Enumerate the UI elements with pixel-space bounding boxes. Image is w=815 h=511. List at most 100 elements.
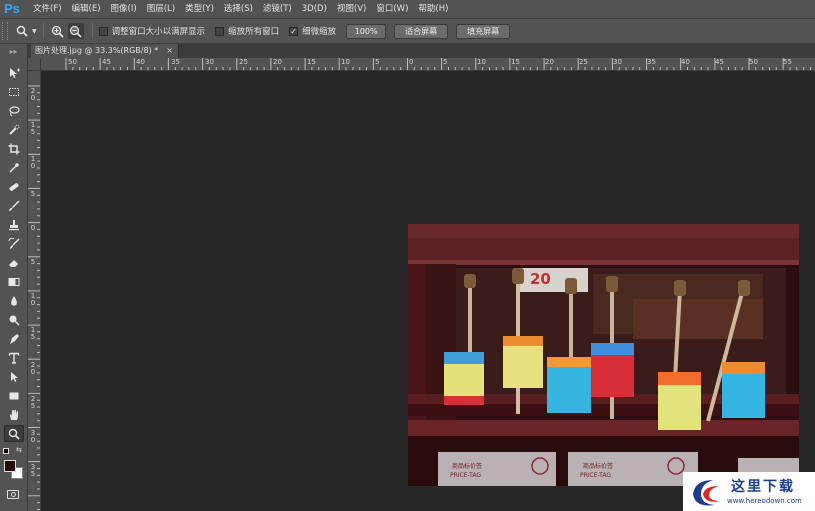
healing-icon [9, 182, 19, 191]
menu-select[interactable]: 选择(S) [219, 0, 258, 18]
ruler-v-label: 30 [30, 429, 36, 444]
ruler-h-label: 15 [307, 58, 316, 66]
menu-layer[interactable]: 图层(L) [142, 0, 180, 18]
zoom-in-icon[interactable] [50, 23, 66, 39]
crop-icon [8, 143, 20, 154]
svg-text:PRICE-TAG: PRICE-TAG [580, 472, 611, 479]
ruler-v-label: 5 [30, 189, 36, 198]
ruler-v-label: 10 [30, 292, 36, 308]
zoom-icon [8, 428, 20, 440]
stamp-tool[interactable] [4, 216, 24, 233]
ruler-h-label: 0 [409, 58, 414, 66]
close-icon[interactable]: × [166, 44, 173, 58]
menu-3d[interactable]: 3D(D) [297, 0, 332, 18]
checkbox-box[interactable] [215, 26, 225, 36]
marquee-tool[interactable] [4, 83, 24, 100]
separator [91, 23, 93, 39]
gradient-tool[interactable] [4, 273, 24, 290]
lasso-tool[interactable] [4, 102, 24, 119]
menu-file[interactable]: 文件(F) [28, 0, 67, 18]
watermark-url: www.hereodown.com [727, 497, 802, 505]
zoom-all-windows-label: 缩放所有窗口 [228, 27, 280, 37]
scrubby-zoom-checkbox[interactable]: ✓ 细微缩放 [289, 25, 336, 37]
resize-windows-label: 调整窗口大小以满屏显示 [111, 27, 206, 37]
hand-tool[interactable] [4, 406, 24, 423]
menu-filter[interactable]: 滤镜(T) [258, 0, 297, 18]
ruler-v-label: 15 [30, 121, 36, 137]
zoom-100-button[interactable]: 100% [346, 23, 387, 39]
fill-screen-button[interactable]: 填充屏幕 [456, 23, 511, 39]
marquee-icon [9, 87, 19, 96]
type-tool[interactable] [4, 349, 24, 366]
ruler-h-label: 30 [613, 58, 622, 66]
ruler-v-label: 10 [30, 155, 36, 171]
resize-windows-checkbox[interactable]: 调整窗口大小以满屏显示 [98, 25, 206, 37]
dodge-tool[interactable] [4, 311, 24, 328]
brush-icon [9, 200, 20, 211]
ruler-h-label: 25 [239, 58, 248, 66]
zoom-tool[interactable] [4, 425, 24, 442]
menu-view[interactable]: 视图(V) [332, 0, 371, 18]
foreground-color-swatch[interactable] [4, 460, 16, 472]
eraser-tool[interactable] [4, 254, 24, 271]
app-logo: Ps [4, 1, 20, 16]
menu-type[interactable]: 类型(Y) [180, 0, 219, 18]
tools-panel: ▸▸ ⇆ [0, 44, 28, 511]
document-tab-bar: 图片处理.jpg @ 33.3%(RGB/8) * × [28, 44, 815, 58]
horizontal-ruler-ticks [65, 58, 811, 70]
ruler-h-label: 40 [136, 58, 145, 66]
move-icon [10, 67, 20, 78]
options-bar: ▼ 调整窗口大小以满屏显示 缩放所有窗口 ✓ 细微缩放 100% 适合屏幕 填充… [0, 18, 815, 44]
checkbox-box[interactable] [98, 26, 108, 36]
ruler-h-label: 20 [273, 58, 282, 66]
crop-tool[interactable] [4, 140, 24, 157]
rectangle-tool[interactable] [4, 387, 24, 404]
menu-image[interactable]: 图像(I) [106, 0, 142, 18]
brush-tool[interactable] [4, 197, 24, 214]
ruler-v-label: 0 [30, 223, 36, 232]
zoom-icon [14, 23, 30, 39]
quick-mask-icon[interactable] [7, 490, 19, 499]
eraser-icon [9, 259, 18, 267]
swap-colors-icon[interactable]: ⇆ [16, 446, 22, 454]
ruler-h-label: 10 [477, 58, 486, 66]
photo-hanging-tags: 20 商品标价签 PRICE-TAG 商品标价签 PRICE-TAG [408, 224, 799, 486]
svg-text:商品标价签: 商品标价签 [583, 462, 613, 470]
ruler-h-label: 45 [102, 58, 111, 66]
fit-screen-button[interactable]: 适合屏幕 [394, 23, 449, 39]
pen-tool[interactable] [4, 330, 24, 347]
history-brush-tool[interactable] [4, 235, 24, 252]
blur-tool[interactable] [4, 292, 24, 309]
gradient-icon [8, 277, 20, 286]
menu-help[interactable]: 帮助(H) [413, 0, 453, 18]
zoom-out-icon[interactable] [67, 23, 84, 39]
ruler-v-label: 20 [30, 360, 36, 376]
default-colors-icon[interactable] [3, 448, 9, 454]
tool-preset-picker[interactable]: ▼ [14, 22, 37, 40]
move-tool[interactable] [4, 64, 24, 81]
options-grip[interactable] [2, 22, 8, 40]
document-image[interactable]: 20 商品标价签 PRICE-TAG 商品标价签 PRICE-TAG [408, 224, 799, 486]
eyedropper-tool[interactable] [4, 159, 24, 176]
toolbar-collapse-icon[interactable]: ▸▸ [0, 44, 27, 58]
checkbox-box-checked[interactable]: ✓ [289, 26, 299, 36]
vertical-ruler[interactable]: 20 15 10 5 0 5 10 15 20 25 30 35 [28, 71, 41, 511]
document-tab[interactable]: 图片处理.jpg @ 33.3%(RGB/8) * × [31, 44, 179, 58]
quick-select-icon [9, 124, 20, 135]
separator [42, 23, 44, 39]
path-select-icon [11, 371, 18, 382]
horizontal-ruler[interactable]: 50 45 40 35 30 25 20 15 10 5 0 5 10 15 2… [41, 58, 815, 71]
ruler-v-label: 35 [30, 463, 36, 479]
stamp-icon [9, 219, 19, 230]
healing-tool[interactable] [4, 178, 24, 195]
svg-text:20: 20 [530, 270, 551, 288]
ruler-h-label: 35 [647, 58, 656, 66]
quick-select-tool[interactable] [4, 121, 24, 138]
zoom-all-windows-checkbox[interactable]: 缩放所有窗口 [215, 25, 279, 37]
path-select-tool[interactable] [4, 368, 24, 385]
ruler-origin[interactable] [28, 58, 41, 71]
menu-edit[interactable]: 编辑(E) [67, 0, 106, 18]
document-canvas[interactable]: 20 商品标价签 PRICE-TAG 商品标价签 PRICE-TAG [41, 71, 815, 511]
dodge-icon [9, 315, 20, 326]
menu-window[interactable]: 窗口(W) [371, 0, 413, 18]
